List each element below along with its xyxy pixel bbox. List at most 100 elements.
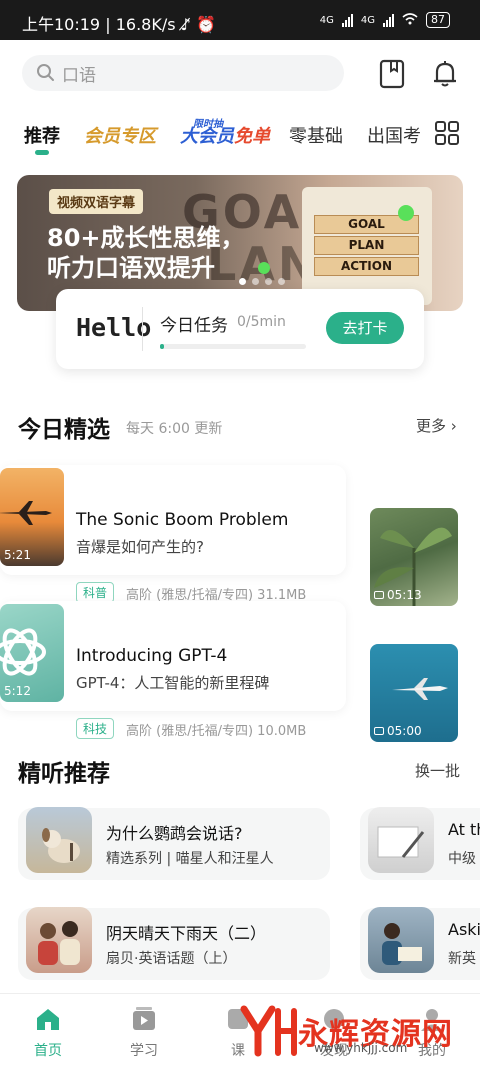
watermark-logo-icon	[240, 1005, 297, 1057]
search-input[interactable]: 口语	[62, 61, 96, 86]
side-lesson-thumbnail[interactable]: 05:00	[370, 644, 458, 742]
side-lesson-thumbnail[interactable]: 05:13	[370, 508, 458, 606]
alarm-icon: ⏰	[195, 15, 216, 34]
carousel-dot	[265, 278, 272, 285]
network-label-1: 4G	[319, 14, 334, 26]
status-right: 4G 4G 87	[320, 12, 450, 28]
video-duration: 5:12	[4, 684, 31, 698]
battery-indicator: 87	[426, 12, 450, 28]
listening-card[interactable]: Aski 新英	[360, 907, 480, 980]
listening-card[interactable]: 阴天晴天下雨天（二） 扇贝·英语话题（上）	[18, 907, 330, 980]
listening-card[interactable]: 为什么鹦鹉会说话? 精选系列 | 喵星人和汪星人	[18, 807, 330, 880]
grid-icon	[435, 121, 459, 145]
task-count: 0/5min	[237, 314, 286, 330]
task-progress-fill	[160, 344, 165, 349]
category-chip: 科技	[76, 718, 115, 739]
airplane-icon	[392, 678, 448, 700]
nav-home[interactable]: 首页	[18, 1006, 78, 1060]
banner-tag: 视频双语字幕	[49, 189, 144, 214]
tab-big-vip-free: 免单	[234, 126, 270, 147]
listening-subtitle: 精选系列 | 喵星人和汪星人	[106, 851, 274, 867]
banner-block: PLAN	[314, 236, 419, 255]
listening-card[interactable]: At th 中级	[360, 807, 480, 880]
divider	[142, 307, 143, 351]
nav-study[interactable]: 学习	[114, 1006, 174, 1060]
lesson-card[interactable]: 5:21 The Sonic Boom Problem 音爆是如何产生的? 科普…	[0, 465, 346, 603]
signal-icon-2	[383, 13, 394, 27]
watermark-url: www.yhkjjj.com	[314, 1041, 408, 1055]
lesson-thumbnail: 5:21	[0, 468, 64, 566]
mute-icon: ♪̸	[180, 15, 196, 34]
wifi-icon	[402, 12, 418, 28]
refresh-batch-button[interactable]: 换一批	[415, 760, 460, 781]
video-duration: 05:13	[374, 588, 422, 602]
lesson-title-en: Introducing GPT-4	[76, 646, 228, 666]
banner-decor-dot	[398, 205, 414, 221]
banner-block: ACTION	[314, 257, 419, 276]
video-camera-icon	[374, 727, 384, 735]
network-label-2: 4G	[360, 14, 375, 26]
airplane-icon	[0, 501, 52, 525]
wordbook-button[interactable]	[376, 58, 408, 90]
watermark: 永辉资源网 www.yhkjjj.com	[238, 1003, 453, 1059]
video-duration: 05:00	[374, 724, 422, 738]
play-book-icon	[133, 1007, 155, 1030]
status-bar: 上午10:19 | 16.8K/s ♪̸ ⏰ 4G 4G 87	[0, 0, 480, 40]
signal-icon	[341, 13, 353, 27]
daily-section-subtitle: 每天 6:00 更新	[126, 421, 223, 437]
dog-icon	[42, 828, 80, 863]
notification-button[interactable]	[429, 58, 461, 90]
tab-vip-zone[interactable]: 会员专区	[84, 122, 156, 148]
check-in-button[interactable]: 去打卡	[326, 312, 404, 344]
lesson-card[interactable]: 5:12 Introducing GPT-4 GPT-4：人工智能的新里程碑 科…	[0, 601, 346, 739]
category-chip: 科普	[76, 582, 115, 603]
listening-thumbnail	[26, 807, 92, 873]
daily-section-title: 今日精选	[18, 417, 110, 443]
status-left: 上午10:19 | 16.8K/s ♪̸ ⏰	[22, 15, 216, 34]
lesson-title-en: The Sonic Boom Problem	[76, 510, 289, 530]
tab-study-abroad[interactable]: 出国考	[367, 122, 421, 148]
lesson-title-cn: 音爆是如何产生的?	[76, 538, 204, 556]
chevron-right-icon: ›	[450, 417, 457, 435]
greeting: Hello	[76, 313, 152, 342]
listening-subtitle: 中级	[448, 851, 476, 867]
listening-subtitle: 扇贝·英语话题（上）	[106, 951, 237, 967]
banner-decor-dot	[258, 262, 270, 274]
tab-beginner[interactable]: 零基础	[289, 122, 343, 148]
task-progress	[160, 344, 306, 349]
carousel-dot	[252, 278, 259, 285]
daily-more-link[interactable]: 更多 ›	[416, 415, 457, 436]
banner-blocks: GOAL PLAN ACTION	[314, 215, 419, 278]
listening-title: 阴天晴天下雨天（二）	[106, 924, 267, 943]
listening-thumbnail	[26, 907, 92, 973]
lesson-meta: 高阶 (雅思/托福/专四) 10.0MB	[126, 724, 307, 739]
listening-title: At th	[448, 820, 480, 839]
listening-section-title: 精听推荐	[18, 761, 110, 787]
status-speed: 16.8K/s	[115, 15, 176, 34]
search-bar[interactable]: 口语	[22, 55, 344, 91]
listening-subtitle: 新英	[448, 951, 476, 967]
app-screen: 口语 推荐 会员专区 限时抽 大会员免单 零基础 出国考 GOAL LAN GO…	[0, 40, 480, 1067]
home-icon	[37, 1009, 59, 1030]
category-tabs: 推荐 会员专区 限时抽 大会员免单 零基础 出国考	[0, 112, 480, 156]
desk-writing-icon	[377, 826, 425, 858]
video-duration: 5:21	[4, 548, 31, 562]
reading-people-icon	[382, 923, 422, 965]
daily-task-card: Hello 今日任务 0/5min 去打卡	[56, 289, 424, 369]
lesson-title-cn: GPT-4：人工智能的新里程碑	[76, 674, 270, 692]
carousel-dot	[239, 278, 246, 285]
openai-logo-icon	[0, 628, 46, 676]
lesson-thumbnail: 5:12	[0, 604, 64, 702]
tab-big-vip[interactable]: 大会员免单	[180, 122, 270, 148]
bookmark-book-icon	[379, 59, 405, 89]
status-time: 上午10:19	[22, 15, 101, 34]
carousel-dot	[278, 278, 285, 285]
listening-thumbnail	[368, 907, 434, 973]
search-icon	[37, 64, 54, 81]
bell-icon	[434, 61, 456, 87]
task-title: 今日任务	[160, 316, 228, 336]
tab-big-vip-label: 大会员	[180, 126, 234, 147]
listening-title: 为什么鹦鹉会说话?	[106, 824, 243, 843]
all-categories-button[interactable]	[434, 120, 460, 150]
tab-recommend[interactable]: 推荐	[24, 122, 60, 148]
